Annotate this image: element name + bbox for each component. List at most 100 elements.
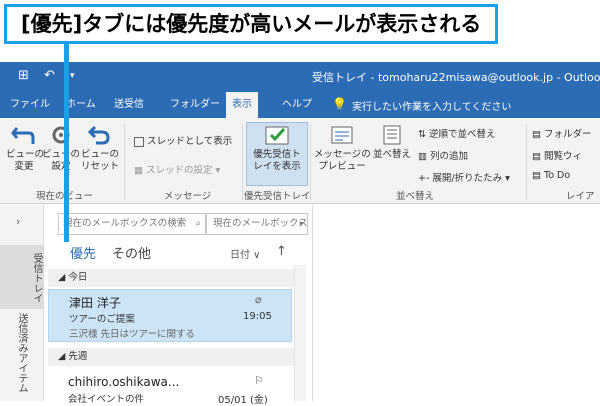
- tab-view[interactable]: 表示: [226, 92, 258, 118]
- divider: [124, 124, 125, 200]
- focused-inbox-icon: [265, 126, 289, 145]
- message-preview-label: メッセージの プレビュー: [314, 149, 371, 172]
- callout-area: [優先]タブには優先度が高いメールが表示される: [0, 0, 600, 48]
- mail-sender: chihiro.oshikawa...: [68, 375, 180, 389]
- arrange-icon: [383, 125, 401, 145]
- mail-time: 19:05: [243, 311, 272, 322]
- window-title: 受信トレイ - tomoharu22misawa@outlook.jp - Ou…: [312, 71, 600, 84]
- divider: [526, 124, 527, 200]
- search-icon[interactable]: ⌕: [196, 214, 201, 234]
- show-focused-inbox-label: 優先受信ト レイを表示: [253, 149, 301, 172]
- reading-pane: [312, 205, 600, 401]
- reading-pane-icon: ▤: [532, 151, 544, 162]
- expand-folder-pane-icon[interactable]: ›: [16, 215, 20, 228]
- reverse-sort-button[interactable]: ⇅ 逆順で並べ替え: [418, 126, 496, 140]
- thread-settings-button[interactable]: ▦ スレッドの設定 ▾: [134, 162, 220, 176]
- nav-sent-label: 送信済みアイテム: [16, 313, 27, 393]
- undo-icon[interactable]: ↶: [44, 68, 55, 83]
- customize-toolbar-icon[interactable]: ▾: [70, 71, 75, 81]
- change-view-button[interactable]: ビューの 変更: [6, 124, 45, 173]
- thread-settings-icon: ▦: [134, 165, 146, 176]
- todo-bar-button[interactable]: ▤ To Do: [532, 170, 570, 181]
- nav-sent[interactable]: 送信済みアイテム: [14, 313, 29, 401]
- todo-label: To Do: [544, 170, 571, 181]
- group-last-week-label: 先週: [68, 351, 88, 362]
- mail-item[interactable]: chihiro.oshikawa... ⚐ 会社イベントの件 05/01 (金): [48, 370, 292, 406]
- group-layout: レイア: [566, 191, 595, 202]
- title-bar: ⊞ ↶ ▾ 受信トレイ - tomoharu22misawa@outlook.j…: [0, 62, 600, 92]
- show-as-thread-checkbox[interactable]: スレッドとして表示: [134, 133, 232, 147]
- folder-pane-button[interactable]: ▤ フォルダー: [532, 126, 592, 140]
- add-column-label: 列の追加: [430, 151, 469, 162]
- expand-icon: +-: [418, 173, 433, 184]
- add-column-button[interactable]: ▥ 列の追加: [418, 148, 468, 162]
- message-preview-icon: [331, 126, 353, 144]
- todo-icon: ▤: [532, 170, 544, 181]
- nav-inbox[interactable]: 受信トレイ: [0, 245, 44, 309]
- reverse-sort-label: 逆順で並べ替え: [428, 129, 496, 140]
- thread-settings-label: スレッドの設定: [146, 165, 213, 176]
- mail-subject: ツアーのご提案: [69, 314, 135, 325]
- reset-icon: [87, 125, 110, 145]
- mail-list-scrollbar[interactable]: [294, 265, 306, 401]
- arrange-button[interactable]: 並べ替え: [370, 124, 414, 161]
- divider: [310, 124, 311, 200]
- paperclip-icon: ⌀: [255, 293, 262, 306]
- view-settings-button[interactable]: ビューの 設定: [42, 124, 80, 173]
- arrange-label: 並べ替え: [372, 149, 411, 160]
- add-column-icon: ▥: [418, 151, 430, 162]
- sort-icon: ⇅: [418, 129, 429, 140]
- flag-icon[interactable]: ⚐: [254, 374, 264, 387]
- tab-folder[interactable]: フォルダー: [164, 92, 226, 118]
- tell-me-box[interactable]: 実行したい作業を入力してください: [352, 98, 511, 113]
- sort-direction-icon[interactable]: ↑: [276, 244, 287, 259]
- group-focused-inbox: 優先受信トレイ: [244, 191, 311, 202]
- tab-focused[interactable]: 優先: [70, 243, 96, 262]
- group-header-today[interactable]: ◢ 今日: [48, 269, 306, 287]
- view-settings-label: ビューの 設定: [42, 149, 81, 172]
- callout-pointer: [64, 44, 69, 242]
- show-as-thread-label: スレッドとして表示: [147, 136, 233, 147]
- tab-send-receive[interactable]: 送受信: [108, 92, 150, 118]
- group-arrangement: 並べ替え: [396, 191, 435, 202]
- mail-sender: 津田 洋子: [69, 296, 121, 310]
- reset-view-button[interactable]: ビューの リセット: [80, 124, 120, 173]
- nav-inbox-label: 受信トレイ: [31, 253, 42, 303]
- lightbulb-icon: 💡: [332, 97, 347, 111]
- gear-icon: [52, 126, 70, 144]
- tab-other[interactable]: その他: [112, 243, 151, 262]
- mail-subject: 会社イベントの件: [68, 394, 145, 405]
- expand-collapse-label: 展開/折りたたみ: [432, 173, 503, 184]
- group-header-last-week[interactable]: ◢ 先週: [48, 348, 306, 366]
- folder-pane-label: フォルダー: [544, 129, 592, 140]
- reading-pane-button[interactable]: ▤ 閲覧ウィ: [532, 148, 582, 162]
- sort-by-button[interactable]: 日付 ∨: [230, 246, 261, 261]
- left-nav-strip: › 受信トレイ 送信済みアイテム: [0, 205, 44, 401]
- mail-time: 05/01 (金): [218, 395, 268, 406]
- change-view-label: ビューの 変更: [6, 149, 45, 172]
- folder-pane-icon: ▤: [532, 129, 544, 140]
- search-input[interactable]: 現在のメールボックスの検索 ⌕: [58, 213, 206, 235]
- search-scope-label: 現在のメールボックス: [213, 218, 308, 229]
- show-focused-inbox-button[interactable]: 優先受信ト レイを表示: [247, 124, 307, 173]
- chevron-down-icon: ▾: [298, 219, 303, 228]
- tab-help[interactable]: ヘルプ: [276, 92, 318, 118]
- outlook-app-icon: ⊞: [18, 68, 29, 83]
- reset-view-label: ビューの リセット: [80, 149, 119, 172]
- group-today-label: 今日: [68, 272, 88, 283]
- ribbon-tabs: ファイル ホーム 送受信 フォルダー 表示 ヘルプ 💡 実行したい作業を入力して…: [0, 92, 600, 118]
- tab-file[interactable]: ファイル: [4, 92, 56, 118]
- callout-label: [優先]タブには優先度が高いメールが表示される: [4, 4, 499, 44]
- message-preview-button[interactable]: メッセージの プレビュー: [314, 124, 371, 173]
- sort-label: 日付: [230, 250, 250, 261]
- divider: [242, 124, 243, 200]
- checkbox-icon: [134, 136, 144, 147]
- reading-pane-label: 閲覧ウィ: [544, 151, 583, 162]
- expand-collapse-button[interactable]: +- 展開/折りたたみ ▾: [418, 170, 510, 184]
- mail-preview: 三沢様 先日はツアーに関する: [69, 329, 195, 340]
- search-placeholder: 現在のメールボックスの検索: [63, 218, 187, 229]
- search-scope-select[interactable]: 現在のメールボックス ▾: [206, 213, 308, 235]
- group-messages: メッセージ: [164, 191, 212, 202]
- change-view-icon: [11, 127, 35, 144]
- mail-item[interactable]: 津田 洋子 ⌀ ツアーのご提案 19:05 三沢様 先日はツアーに関する: [48, 289, 292, 342]
